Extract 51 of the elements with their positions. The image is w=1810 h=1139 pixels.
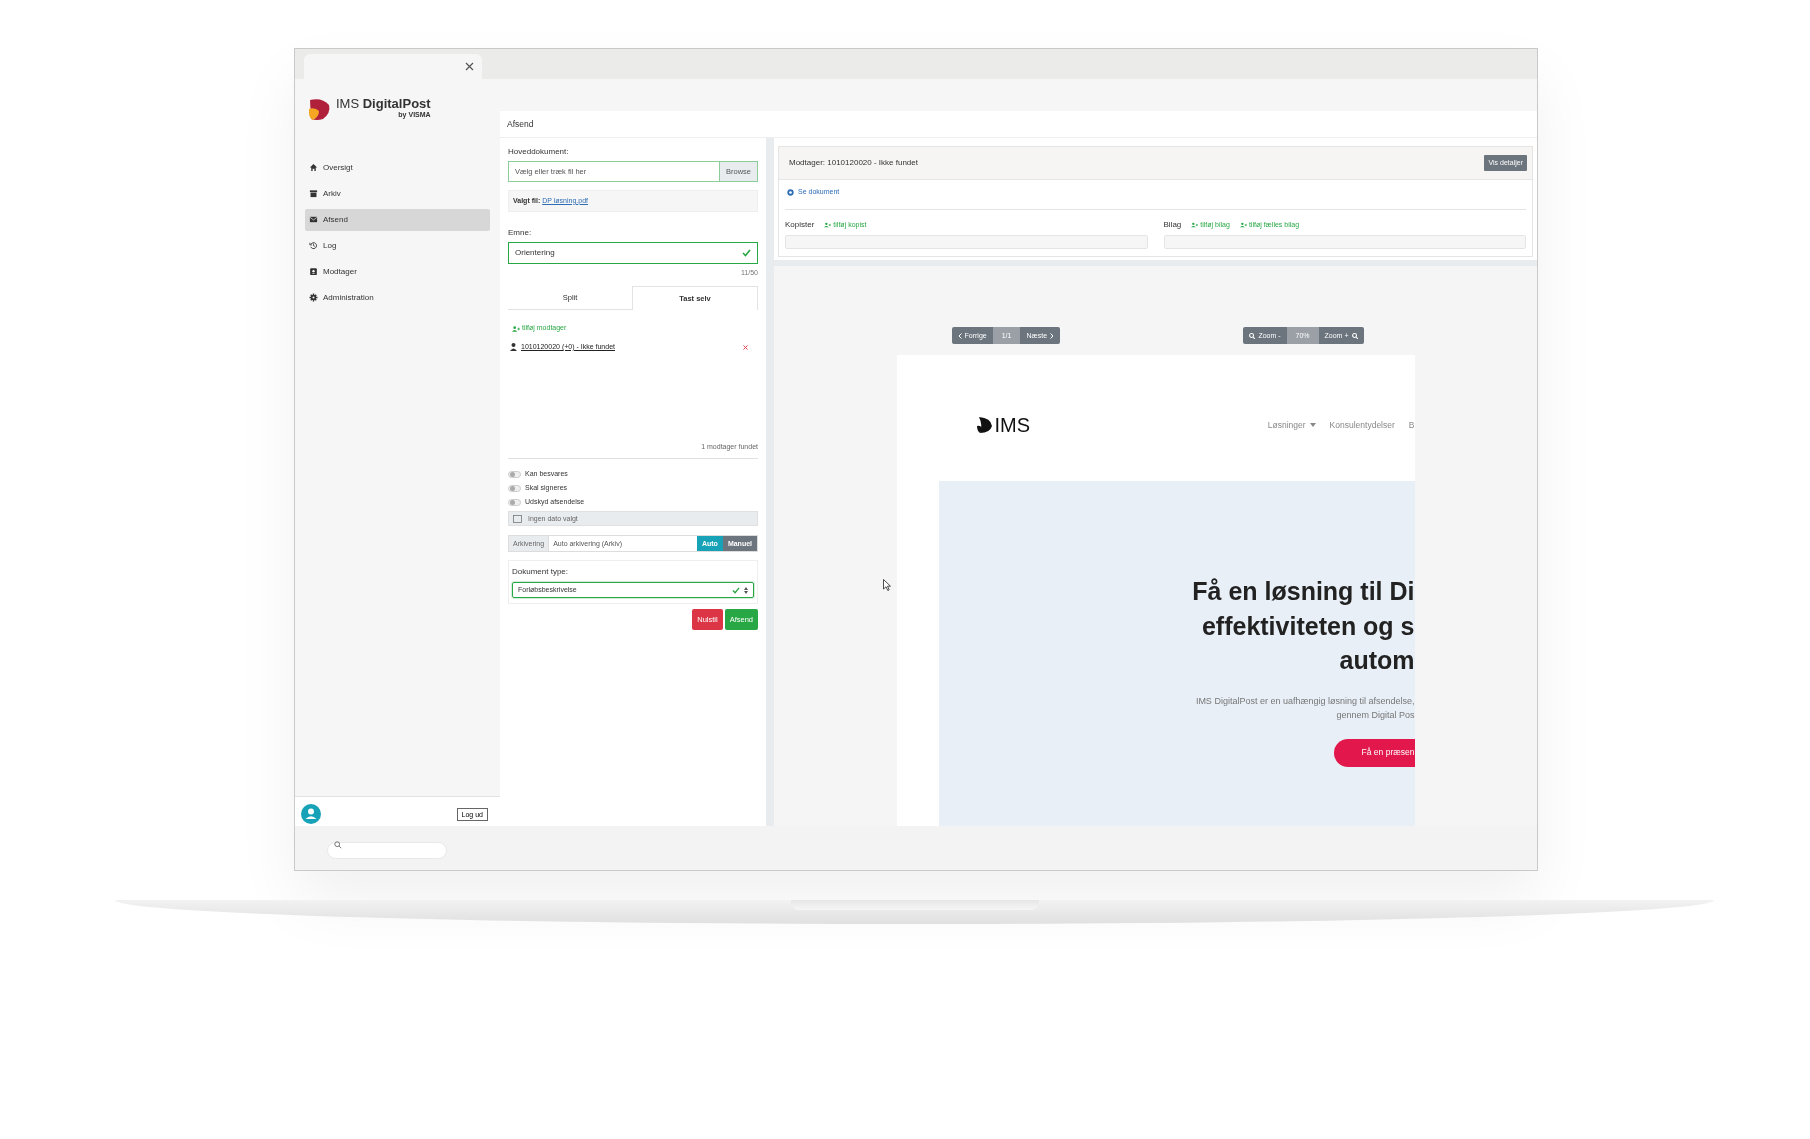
drop-zone[interactable] bbox=[1163, 235, 1526, 250]
toggle-switch[interactable] bbox=[508, 484, 521, 492]
search-field[interactable] bbox=[327, 842, 447, 860]
nav-link[interactable]: B bbox=[1408, 419, 1415, 432]
cursor-icon bbox=[883, 579, 891, 592]
leaf-logo-icon bbox=[976, 416, 993, 435]
home-icon bbox=[309, 163, 318, 173]
add-user-icon bbox=[512, 325, 520, 332]
sidebar-item[interactable]: Log bbox=[305, 234, 490, 257]
add-user-icon bbox=[1239, 222, 1247, 229]
envelope-icon bbox=[309, 215, 318, 225]
toggle-switch[interactable] bbox=[508, 498, 521, 506]
hero-headline: Få en løsning til Di effektiviteten og s autom bbox=[1192, 576, 1415, 677]
caret-icon bbox=[1309, 423, 1316, 428]
chevron-right-icon bbox=[1050, 332, 1055, 339]
drop-zone[interactable] bbox=[785, 235, 1148, 250]
toggle-switch[interactable] bbox=[508, 470, 521, 478]
sidebar-item[interactable]: Administration bbox=[305, 286, 490, 309]
field-label: Dokument type: bbox=[512, 566, 570, 579]
field-label: Hoveddokument: bbox=[508, 145, 570, 158]
cta-button[interactable]: Få en præsen bbox=[1333, 738, 1415, 767]
field-label: Emne: bbox=[508, 226, 533, 239]
section-label: Bilag bbox=[1163, 219, 1182, 232]
subject-field[interactable]: Orientering bbox=[508, 241, 758, 264]
nav-link[interactable]: Konsulentydelser bbox=[1329, 419, 1395, 432]
zoom-in-icon bbox=[1351, 332, 1358, 339]
hero-text: IMS DigitalPost er en uafhængig løsning til afsendelse, gennem Digital Pos bbox=[1195, 694, 1415, 723]
chevron-left-icon bbox=[957, 332, 962, 339]
contact-card-icon bbox=[309, 267, 318, 277]
gear-icon bbox=[309, 293, 318, 303]
close-icon[interactable] bbox=[465, 61, 474, 71]
calendar-icon bbox=[513, 514, 522, 523]
user-icon bbox=[510, 343, 517, 352]
page-title: Afsend bbox=[500, 110, 1537, 138]
sidebar-item[interactable]: Oversigt bbox=[305, 156, 490, 179]
nav-link[interactable]: Løsninger bbox=[1267, 419, 1316, 432]
recipient-title: Modtager: 1010120020 - Ikke fundet bbox=[789, 156, 918, 169]
add-user-icon bbox=[1191, 222, 1199, 229]
sidebar-item[interactable]: Arkiv bbox=[305, 182, 490, 205]
eye-icon bbox=[787, 188, 794, 196]
remove-icon[interactable] bbox=[743, 344, 748, 350]
history-icon bbox=[309, 241, 318, 251]
sidebar-item[interactable]: Modtager bbox=[305, 260, 490, 283]
section-label: Kopister bbox=[785, 219, 815, 232]
logo-text: IMS DigitalPost bbox=[336, 97, 431, 111]
sidebar-item[interactable]: Afsend bbox=[305, 208, 490, 231]
zoom-out-icon bbox=[1249, 332, 1256, 339]
sort-caret-icon bbox=[744, 586, 748, 594]
logo-text: IMS bbox=[994, 413, 1031, 439]
add-user-icon bbox=[824, 222, 832, 229]
archive-box-icon bbox=[309, 189, 318, 199]
